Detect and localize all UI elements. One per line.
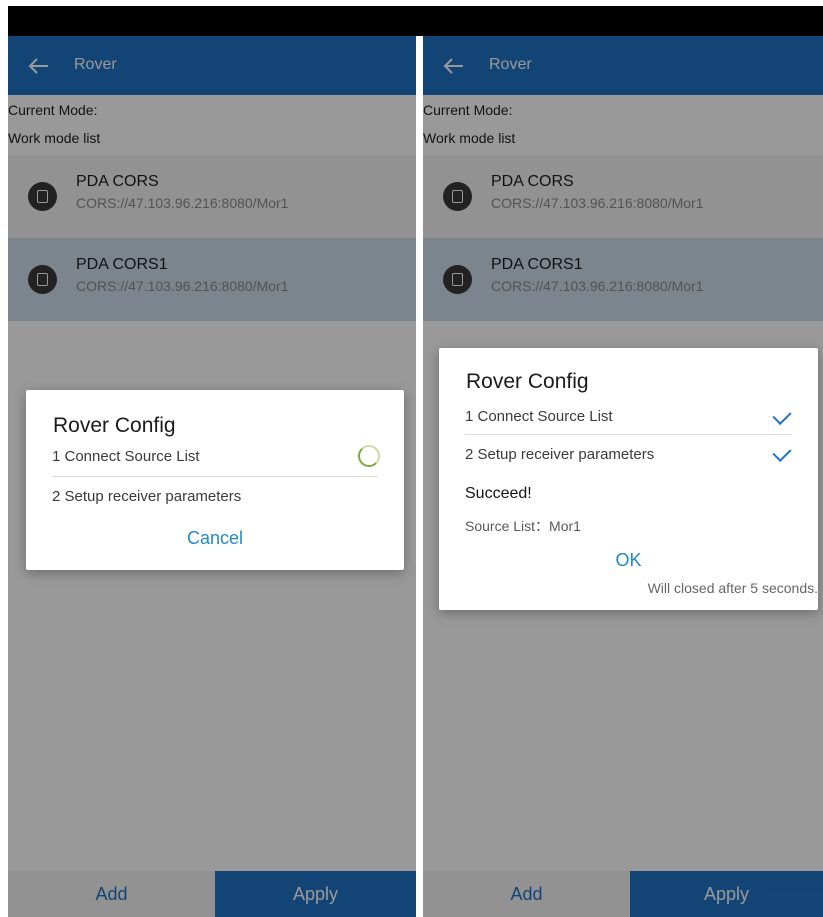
dialog-title: Rover Config bbox=[53, 414, 176, 437]
screen-connecting: Rover Current Mode: Work mode list PDA C… bbox=[8, 36, 416, 917]
status-bar bbox=[8, 6, 823, 36]
step-setup-receiver: 2 Setup receiver parameters bbox=[465, 446, 655, 463]
step-divider bbox=[52, 476, 378, 477]
check-icon bbox=[772, 405, 792, 426]
step-divider bbox=[465, 434, 792, 435]
step-connect-source-list: 1 Connect Source List bbox=[465, 408, 613, 425]
cancel-button[interactable]: Cancel bbox=[26, 528, 404, 549]
step-connect-source-list: 1 Connect Source List bbox=[52, 448, 200, 465]
screen-succeeded: Rover Current Mode: Work mode list PDA C… bbox=[423, 36, 823, 917]
dialog-title: Rover Config bbox=[466, 370, 589, 393]
loading-spinner-icon bbox=[358, 445, 380, 467]
source-list-value: Source List：Mor1 bbox=[465, 518, 581, 534]
rover-config-dialog: Rover Config 1 Connect Source List 2 Set… bbox=[439, 348, 818, 610]
rover-config-dialog: Rover Config 1 Connect Source List 2 Set… bbox=[26, 390, 404, 570]
step-setup-receiver: 2 Setup receiver parameters bbox=[52, 488, 242, 505]
screen-divider bbox=[416, 36, 423, 917]
auto-close-notice: Will closed after 5 seconds. bbox=[647, 580, 818, 596]
ok-button[interactable]: OK bbox=[439, 550, 818, 571]
check-icon bbox=[772, 442, 792, 463]
result-status: Succeed! bbox=[465, 485, 532, 502]
